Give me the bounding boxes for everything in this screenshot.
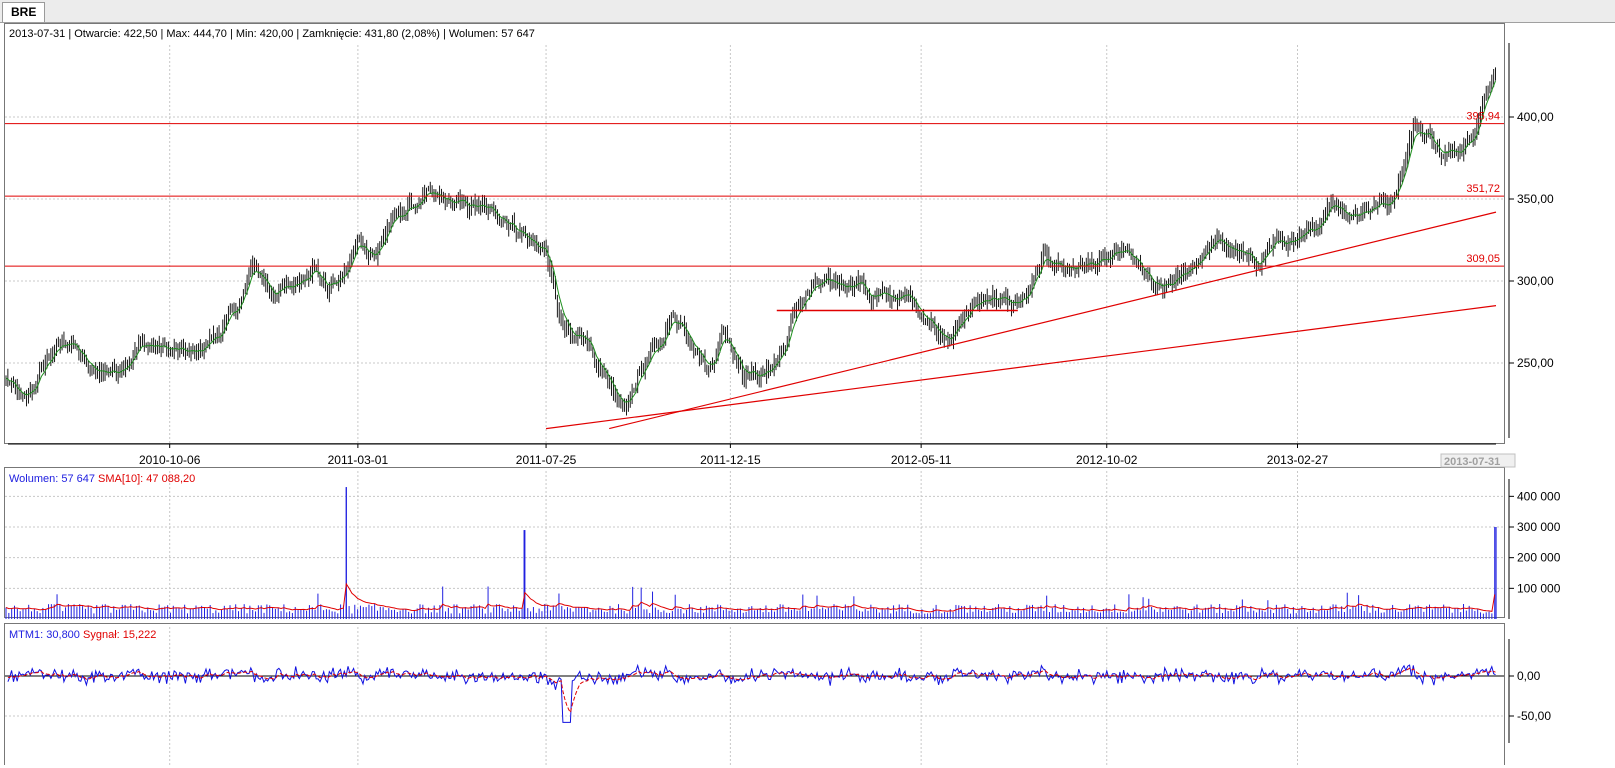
tab-bre[interactable]: BRE [2, 2, 46, 22]
ohlc-header: 2013-07-31 | Otwarcie: 422,50 | Max: 444… [9, 28, 535, 40]
volume-bars [5, 487, 1497, 619]
volume-tick-label: 300 000 [1517, 520, 1561, 534]
y-tick-label: 300,00 [1517, 274, 1554, 288]
mtm-panel-frame [4, 623, 1505, 766]
level-label: 351,72 [1466, 183, 1500, 195]
sma-legend: SMA[10]: 47 088,20 [98, 473, 195, 485]
x-tick-label: 2012-05-11 [891, 453, 952, 467]
y-tick-label: 250,00 [1517, 356, 1554, 370]
grid [5, 45, 1504, 765]
mtm-tick-label: -50,00 [1517, 709, 1551, 723]
volume-tick-label: 400 000 [1517, 489, 1561, 503]
level-lines: 395,94 351,72 309,05 [5, 111, 1504, 430]
x-tick-label: 2011-07-25 [516, 453, 577, 467]
price-panel-frame [4, 23, 1505, 444]
x-tick-label: 2010-10-06 [139, 453, 201, 467]
trendline [545, 305, 1497, 430]
mtm-tick-label: 0,00 [1517, 669, 1541, 683]
mtm-legend: MTM1: 30,800 [9, 629, 80, 641]
volume-tick-label: 200 000 [1517, 551, 1561, 565]
y-tick-label: 400,00 [1517, 110, 1554, 124]
x-tick-label: 2012-10-02 [1076, 453, 1138, 467]
volume-tick-label: 100 000 [1517, 581, 1561, 595]
volume-legend: Wolumen: 57 647 [9, 473, 95, 485]
x-tick-label: 2011-03-01 [328, 453, 389, 467]
tab-bar: BRE [0, 0, 1615, 23]
axis-labels: 2010-10-06 2011-03-01 2011-07-25 2011-12-15… [139, 110, 1561, 723]
level-label: 309,05 [1466, 253, 1500, 265]
last-date-label: 2013-07-31 [1444, 456, 1500, 468]
moving-average-line [5, 80, 1496, 403]
trendline [609, 211, 1497, 430]
level-label: 395,94 [1466, 111, 1500, 123]
chart-svg[interactable]: 395,94351,72309,05 2010-10-06 2011-03-01 2… [4, 23, 1615, 766]
x-tick-label: 2013-02-27 [1267, 453, 1329, 467]
mtm-lines [7, 663, 1496, 723]
volume-panel-frame [4, 467, 1505, 618]
signal-legend: Sygnał: 15,222 [83, 629, 156, 641]
x-tick-label: 2011-12-15 [700, 453, 761, 467]
y-tick-label: 350,00 [1517, 192, 1554, 206]
chart-area[interactable]: 395,94 351,72 309,05 2010-10-06 2011-03-01 2… [4, 23, 1615, 766]
